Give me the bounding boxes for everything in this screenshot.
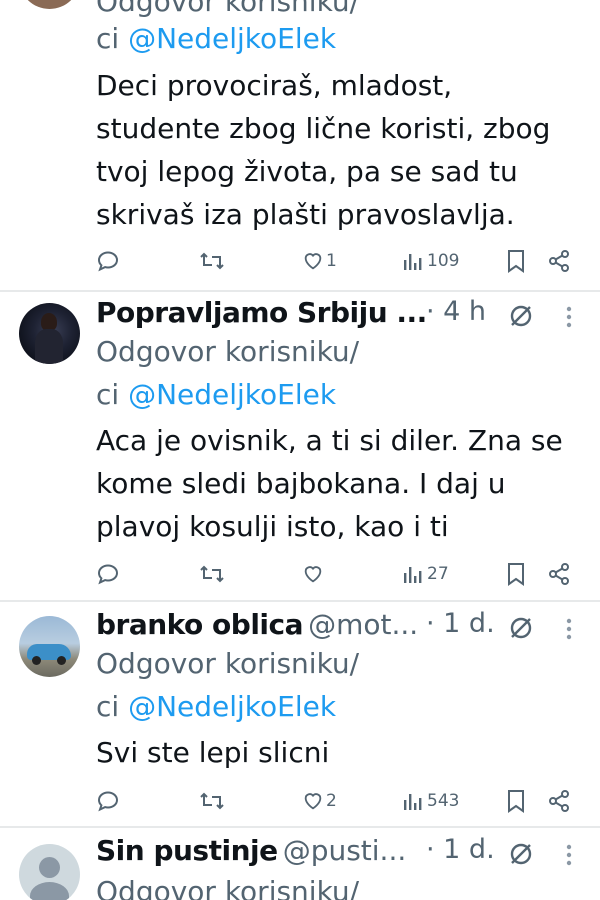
views-icon <box>404 254 422 270</box>
share-button[interactable] <box>547 785 571 817</box>
mute-icon[interactable] <box>507 614 535 642</box>
reply-to-line: ci @NedeljkoElek <box>96 689 336 725</box>
retweet-button[interactable] <box>199 785 225 817</box>
avatar[interactable] <box>19 844 80 900</box>
bookmark-button[interactable] <box>505 785 527 817</box>
avatar[interactable] <box>19 0 80 9</box>
display-name[interactable]: Sin pustinje <box>96 834 278 867</box>
timestamp[interactable]: · 1 d. <box>426 834 495 865</box>
like-button[interactable] <box>302 558 326 590</box>
like-count: 2 <box>326 791 337 811</box>
tweet-text-line: studente zbog lične koristi, zbog <box>96 112 551 145</box>
tweet-2[interactable]: Popravljamo Srbiju ... · 4 h Odgovor kor… <box>0 296 600 596</box>
retweet-icon <box>200 252 224 270</box>
reply-to-handle[interactable]: @NedeljkoElek <box>128 378 336 411</box>
like-icon <box>304 793 322 810</box>
avatar-car-wheel <box>32 656 41 665</box>
user-handle[interactable]: @pusti... <box>283 834 407 867</box>
like-icon <box>304 253 322 270</box>
tweet-text-line: Svi ste lepi slicni <box>96 736 330 769</box>
bookmark-icon <box>508 790 524 813</box>
retweet-icon <box>200 792 224 810</box>
views-button[interactable]: 109 <box>403 245 459 277</box>
reply-to-line: ci @NedeljkoElek <box>96 377 336 413</box>
more-icon[interactable] <box>566 618 572 640</box>
views-count: 109 <box>427 251 460 271</box>
divider <box>0 290 600 292</box>
tweet-text-line: Deci provociraš, mladost, <box>96 69 453 102</box>
share-icon <box>549 563 569 585</box>
tweet-text-line: skrivaš iza plašti pravoslavlja. <box>96 198 515 231</box>
reply-button[interactable] <box>96 245 120 277</box>
reply-to-prefix: ci <box>96 378 129 411</box>
like-button[interactable]: 1 <box>302 245 337 277</box>
reply-icon <box>97 791 119 812</box>
display-name[interactable]: branko oblica <box>96 608 304 641</box>
views-button[interactable]: 543 <box>403 785 459 817</box>
reply-to-handle[interactable]: @NedeljkoElek <box>128 690 336 723</box>
views-icon <box>404 567 422 583</box>
reply-button[interactable] <box>96 785 120 817</box>
default-avatar-head <box>39 857 60 878</box>
bookmark-button[interactable] <box>505 245 527 277</box>
share-icon <box>549 790 569 812</box>
reply-to-line: ci @NedeljkoElek <box>96 21 336 57</box>
reply-to-label: Odgovor korisniku/ <box>96 0 360 18</box>
reply-icon <box>97 251 119 272</box>
mute-icon[interactable] <box>507 302 535 330</box>
like-icon <box>304 566 322 583</box>
views-button[interactable]: 27 <box>403 558 449 590</box>
reply-to-handle[interactable]: @NedeljkoElek <box>128 22 336 55</box>
divider <box>0 826 600 828</box>
views-count: 27 <box>427 564 449 584</box>
divider <box>0 600 600 602</box>
like-button[interactable]: 2 <box>302 785 337 817</box>
reply-button[interactable] <box>96 558 120 590</box>
bookmark-icon <box>508 250 524 273</box>
tweet-text-line: plavoj kosulji isto, kao i ti <box>96 510 449 543</box>
bookmark-button[interactable] <box>505 558 527 590</box>
views-icon <box>404 794 422 810</box>
more-icon[interactable] <box>566 306 572 328</box>
reply-icon <box>97 564 119 585</box>
reply-to-prefix: ci <box>96 22 129 55</box>
tweet-1[interactable]: Odgovor korisniku/ ci @NedeljkoElek Deci… <box>0 0 600 290</box>
bookmark-icon <box>508 563 524 586</box>
retweet-button[interactable] <box>199 558 225 590</box>
tweet-3[interactable]: branko oblica @mot... · 1 d. Odgovor kor… <box>0 608 600 828</box>
like-count: 1 <box>326 251 337 271</box>
action-bar: 2 543 <box>0 785 600 817</box>
tweet-text-line: kome sledi bajbokana. I daj u <box>96 467 506 500</box>
reply-to-label: Odgovor korisniku/ <box>96 647 360 680</box>
share-button[interactable] <box>547 558 571 590</box>
mute-icon[interactable] <box>507 840 535 868</box>
reply-to-prefix: ci <box>96 690 129 723</box>
avatar[interactable] <box>19 616 80 677</box>
share-icon <box>549 250 569 272</box>
reply-to-label: Odgovor korisniku/ <box>96 335 360 368</box>
timestamp[interactable]: · 1 d. <box>426 608 495 639</box>
retweet-button[interactable] <box>199 245 225 277</box>
avatar-figure-body <box>35 329 63 364</box>
tweet-text-line: Aca je ovisnik, a ti si diler. Zna se <box>96 424 563 457</box>
reply-to-label: Odgovor korisniku/ <box>96 875 360 900</box>
display-name[interactable]: Popravljamo Srbiju ... <box>96 296 427 329</box>
timestamp[interactable]: · 4 h <box>426 296 486 327</box>
more-icon[interactable] <box>566 844 572 866</box>
avatar[interactable] <box>19 303 80 364</box>
avatar-car-wheel <box>57 656 66 665</box>
share-button[interactable] <box>547 245 571 277</box>
tweet-4[interactable]: Sin pustinje @pusti... · 1 d. Odgovor ko… <box>0 834 600 900</box>
tweet-text-line: tvoj lepog života, pa se sad tu <box>96 155 518 188</box>
default-avatar-body <box>30 882 69 900</box>
retweet-icon <box>200 565 224 583</box>
action-bar: 1 109 <box>0 245 600 277</box>
action-bar: 27 <box>0 558 600 590</box>
user-handle[interactable]: @mot... <box>308 608 418 641</box>
views-count: 543 <box>427 791 460 811</box>
